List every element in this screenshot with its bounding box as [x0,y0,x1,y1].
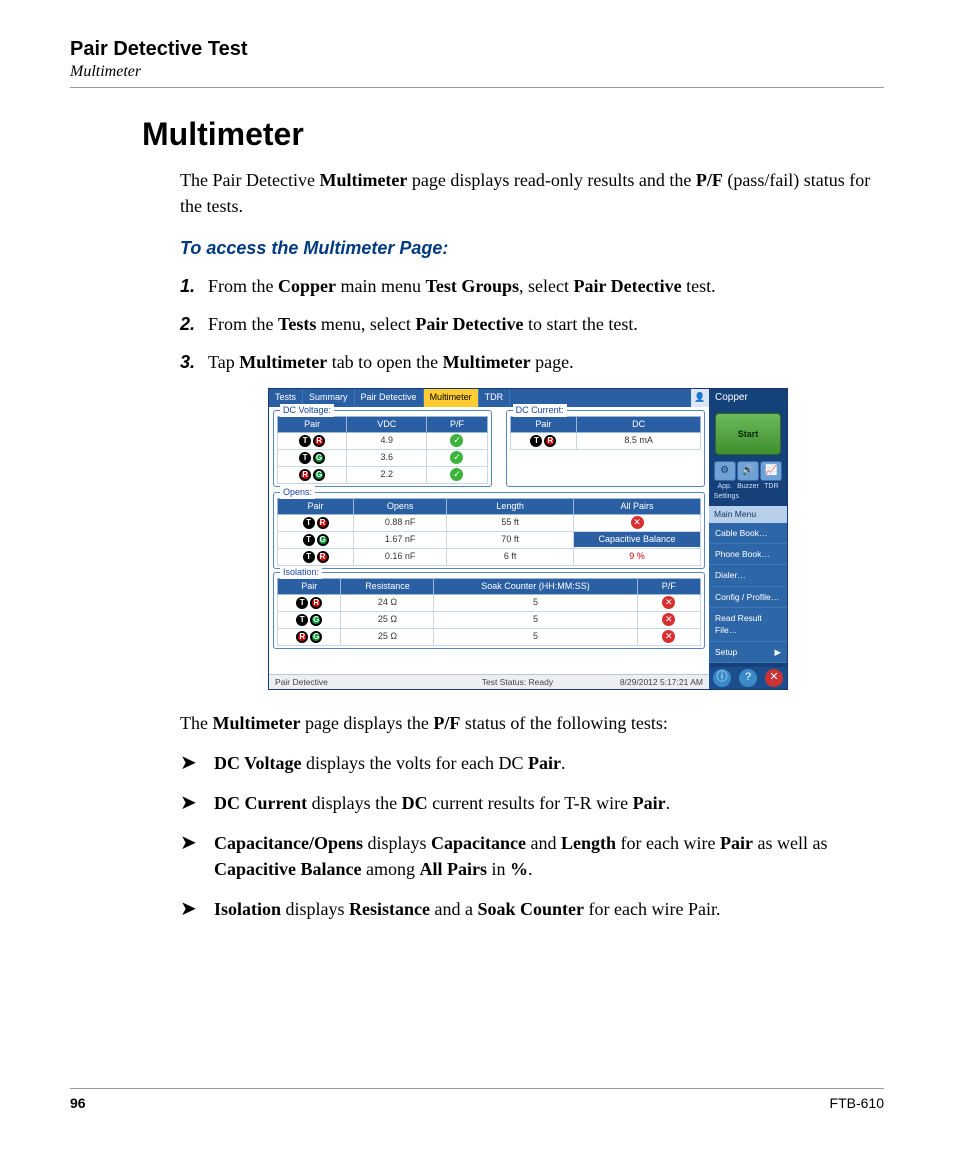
fail-icon: ✕ [662,630,675,643]
dcv-row: TR4.9✓ [278,432,488,449]
pin-r: R [299,469,311,481]
menu-item-dialer[interactable]: Dialer… [709,565,787,586]
step-3: 3.Tap Multimeter tab to open the Multime… [180,349,876,375]
col-header: VDC [347,416,427,432]
dcv-group-label: DC Voltage: [280,404,334,417]
menu-item-cable-book[interactable]: Cable Book… [709,523,787,544]
pin-r: R [317,517,329,529]
status-right: 8/29/2012 5:17:21 AM [614,675,709,689]
col-header: Length [447,498,574,514]
section-topic: Multimeter [70,63,884,81]
howto-heading: To access the Multimeter Page: [180,235,876,261]
col-header: Resistance [341,578,434,594]
col-header: Pair [510,416,577,432]
bullet-2: ➤DC Current displays the DC current resu… [180,790,876,816]
iso-row: RG25 Ω5✕ [278,628,701,645]
help-icon[interactable]: ? [739,669,757,687]
close-icon[interactable]: ✕ [765,669,783,687]
pin-t: T [303,534,315,546]
pin-t: T [299,452,311,464]
col-header: Soak Counter (HH:MM:SS) [434,578,637,594]
pin-r: R [296,631,308,643]
bullet-1: ➤DC Voltage displays the volts for each … [180,750,876,776]
fail-icon: ✕ [631,516,644,529]
col-header: Pair [278,416,347,432]
pin-r: R [313,435,325,447]
col-header: All Pairs [574,498,701,514]
opens-group-label: Opens: [280,486,315,499]
page-number: 96 [70,1095,86,1111]
chevron-right-icon: ▶ [774,646,781,658]
iso-row: TG25 Ω5✕ [278,611,701,628]
tab-multimeter[interactable]: Multimeter [424,389,479,407]
pin-g: G [310,614,322,626]
col-header: Opens [354,498,447,514]
col-header: P/F [427,416,487,432]
pass-icon: ✓ [450,451,463,464]
tool-tdr[interactable]: 📈TDR [760,461,782,502]
pass-icon: ✓ [450,468,463,481]
bullet-4: ➤Isolation displays Resistance and a Soa… [180,896,876,922]
bullet-3: ➤Capacitance/Opens displays Capacitance … [180,830,876,882]
pin-r: R [310,597,322,609]
iso-group-label: Isolation: [280,566,322,579]
step-2: 2.From the Tests menu, select Pair Detec… [180,311,876,337]
col-header: P/F [637,578,700,594]
multimeter-screenshot: TestsSummaryPair DetectiveMultimeterTDR👤… [268,388,788,690]
header-rule [70,87,884,88]
pin-t: T [296,597,308,609]
pin-g: G [317,534,329,546]
menu-item-config-profile[interactable]: Config / Profile… [709,587,787,608]
cap-balance-header: Capacitive Balance [574,532,700,547]
tool-buzzer[interactable]: 🔊Buzzer [737,461,759,502]
info-icon[interactable]: ⓘ [713,669,731,687]
tab-user-icon[interactable]: 👤 [691,389,709,407]
pin-t: T [296,614,308,626]
pin-r: R [317,551,329,563]
dcc-row: TR8.5 mA [510,432,700,449]
status-left: Pair Detective [269,675,421,689]
pin-g: G [310,631,322,643]
page-title: Multimeter [142,116,884,153]
pin-t: T [303,551,315,563]
model-id: FTB-610 [830,1095,884,1111]
col-header: Pair [278,578,341,594]
menu-item-setup[interactable]: Setup▶ [709,642,787,663]
menu-item-read-result-file[interactable]: Read Result File… [709,608,787,642]
opens-row: TG1.67 nF70 ftCapacitive Balance [278,531,701,548]
opens-row: TR0.16 nF6 ft9 % [278,548,701,565]
tab-bar: TestsSummaryPair DetectiveMultimeterTDR👤 [269,389,709,407]
status-center: Test Status: Ready [421,675,614,689]
section-title: Pair Detective Test [70,38,884,61]
pin-g: G [313,452,325,464]
fail-icon: ✕ [662,613,675,626]
status-bar: Pair Detective Test Status: Ready 8/29/2… [269,674,709,689]
after-screenshot-para: The Multimeter page displays the P/F sta… [180,710,876,736]
side-panel: Copper Start ⚙App. Settings🔊Buzzer📈TDR M… [709,389,787,689]
pin-t: T [299,435,311,447]
steps-list: 1.From the Copper main menu Test Groups,… [180,273,876,375]
menu-item-phone-book[interactable]: Phone Book… [709,544,787,565]
tab-pair-detective[interactable]: Pair Detective [355,389,424,407]
fail-icon: ✕ [662,596,675,609]
tool-app-settings[interactable]: ⚙App. Settings [714,461,736,502]
col-header: DC [577,416,701,432]
step-1: 1.From the Copper main menu Test Groups,… [180,273,876,299]
intro-paragraph: The Pair Detective Multimeter page displ… [180,167,876,219]
pin-r: R [544,435,556,447]
opens-row: TR0.88 nF55 ft✕ [278,514,701,531]
iso-row: TR24 Ω5✕ [278,594,701,611]
dcv-row: TG3.6✓ [278,449,488,466]
start-button[interactable]: Start [715,413,781,455]
main-menu-header: Main Menu [709,506,787,522]
dcv-row: RG2.2✓ [278,466,488,483]
tab-tdr[interactable]: TDR [479,389,511,407]
side-header: Copper [709,389,787,408]
pin-t: T [303,517,315,529]
pin-t: T [530,435,542,447]
pin-g: G [313,469,325,481]
dcc-group-label: DC Current: [513,404,567,417]
pass-icon: ✓ [450,434,463,447]
col-header: Pair [278,498,354,514]
